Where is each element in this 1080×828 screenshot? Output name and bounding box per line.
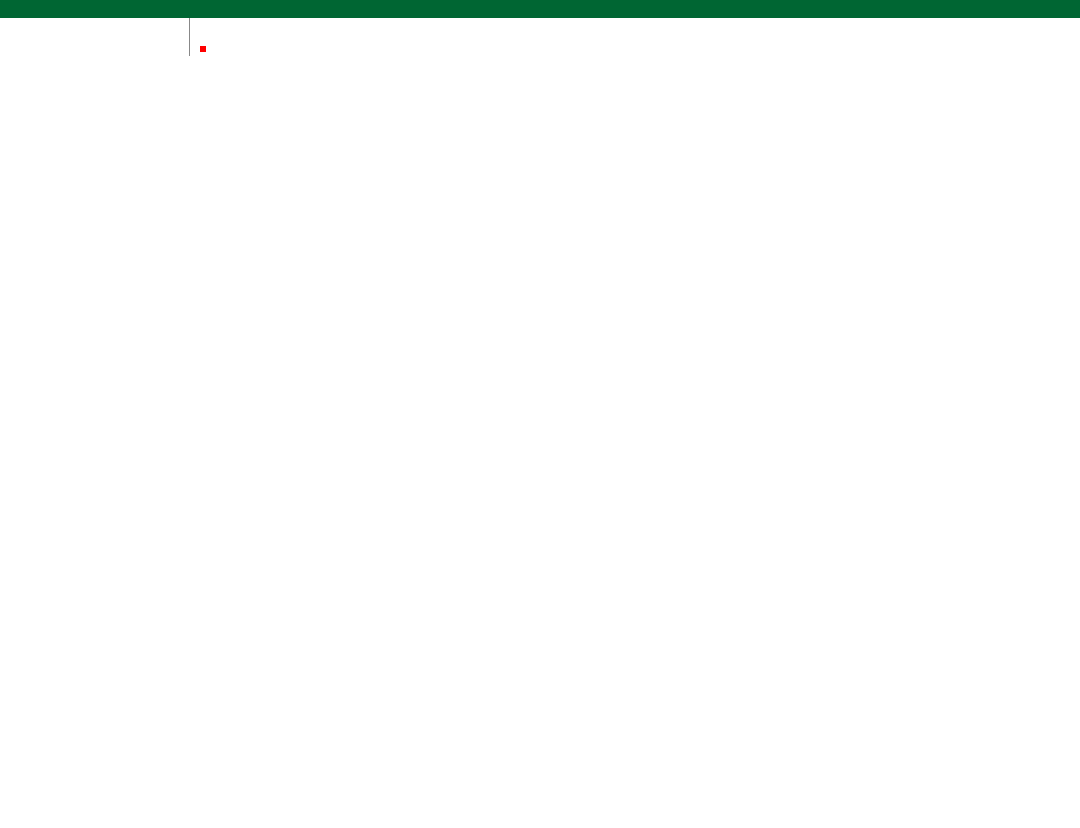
- page-header: [0, 0, 1080, 18]
- main-content: [190, 18, 1080, 56]
- sidebar: [0, 18, 190, 56]
- highlight-box: [200, 46, 206, 52]
